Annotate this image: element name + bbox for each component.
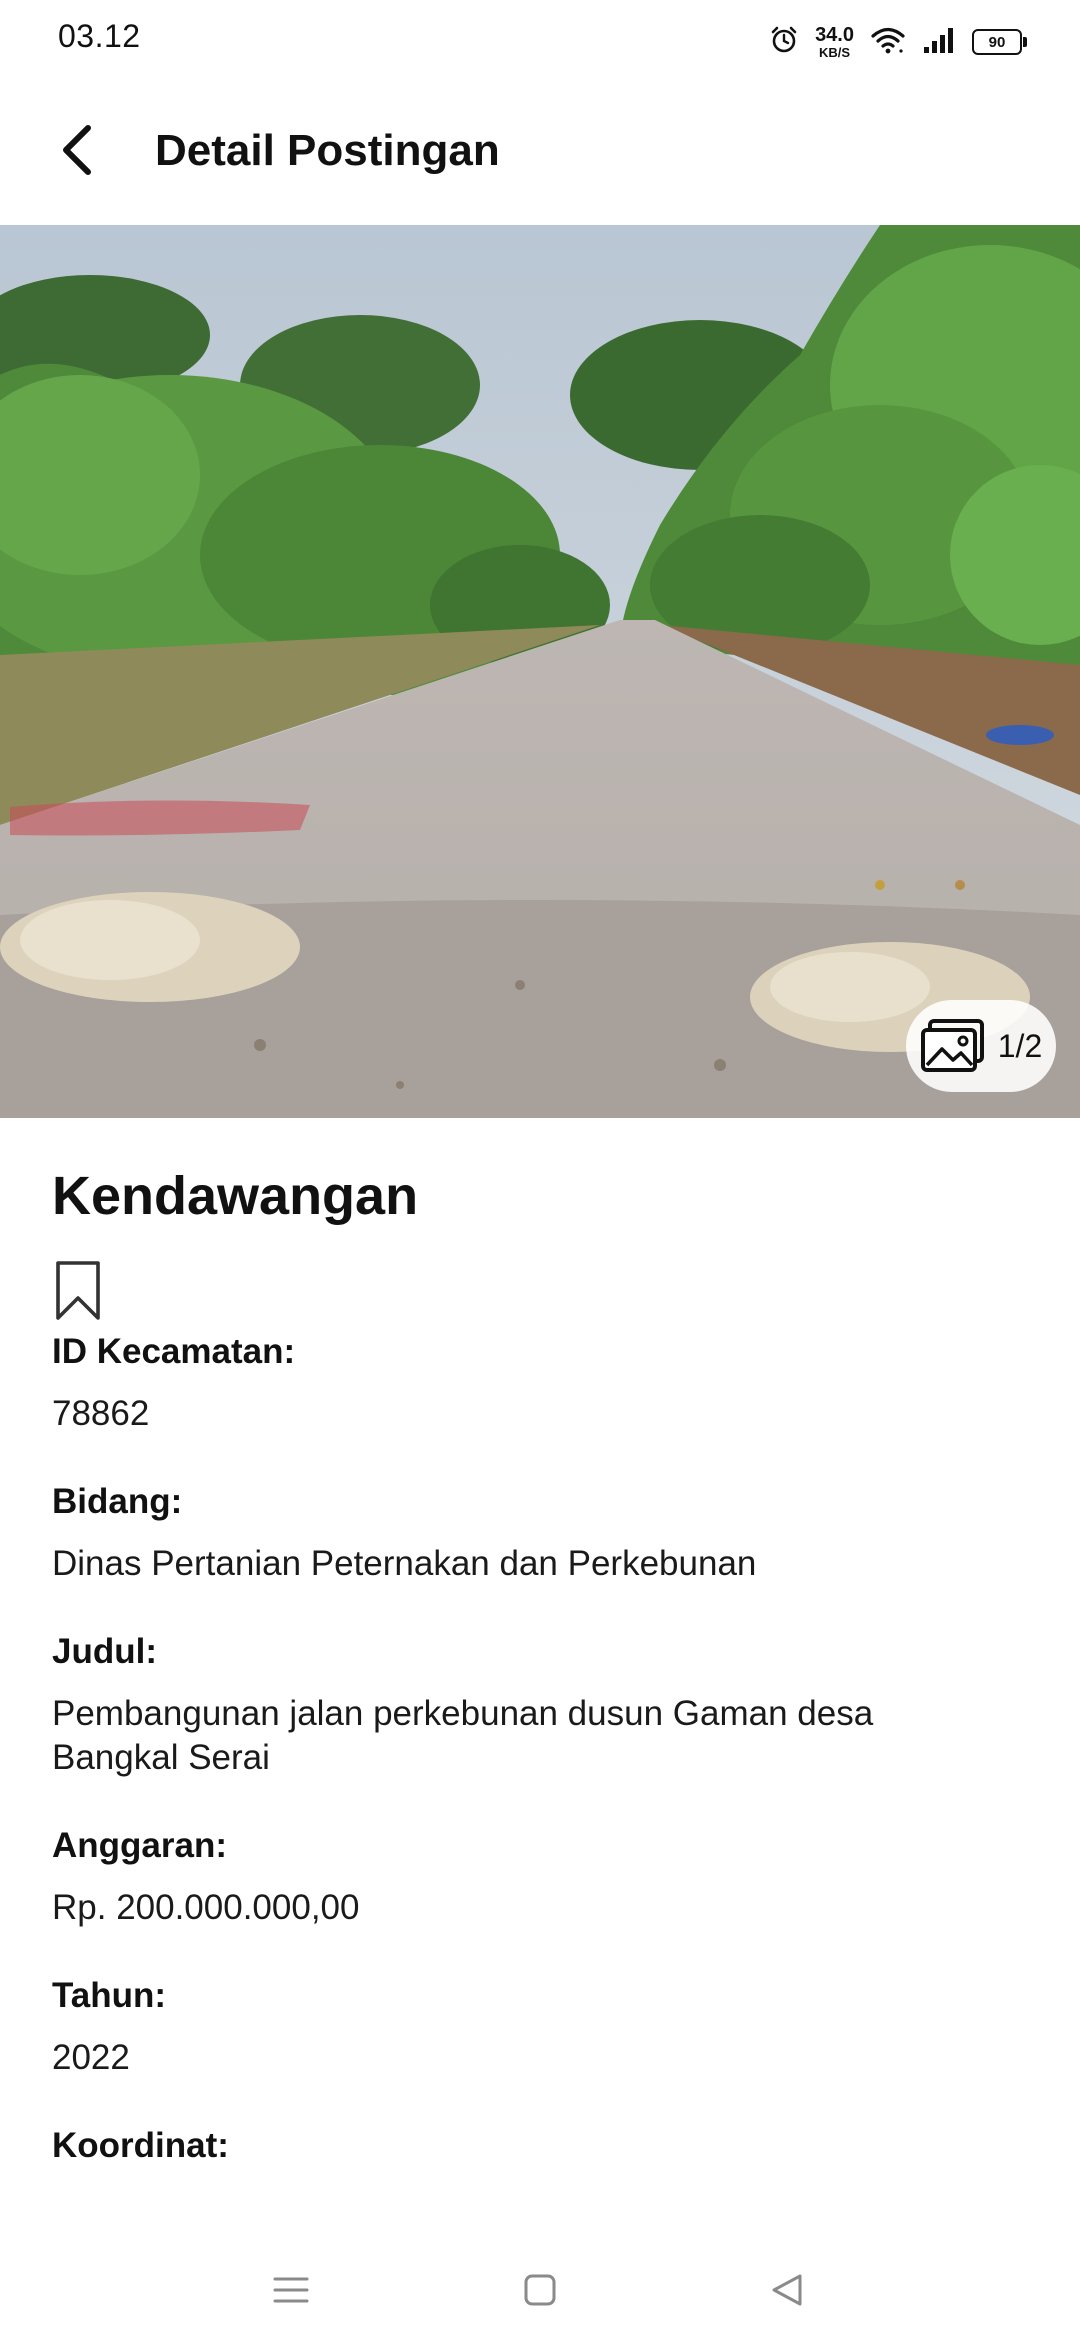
field-anggaran: Anggaran: Rp. 200.000.000,00 bbox=[52, 1824, 1032, 1930]
signal-icon bbox=[922, 25, 956, 60]
post-photo bbox=[0, 225, 1080, 1118]
battery-icon: 90 bbox=[972, 29, 1027, 55]
field-label: Koordinat: bbox=[52, 2126, 229, 2165]
post-image[interactable]: 1/2 bbox=[0, 225, 1080, 1118]
home-icon bbox=[524, 2274, 556, 2306]
nav-home-button[interactable] bbox=[505, 2260, 575, 2320]
back-triangle-icon bbox=[772, 2274, 802, 2306]
status-bar: 03.12 34.0 KB/S 90 bbox=[0, 0, 1080, 80]
nav-back-button[interactable] bbox=[752, 2260, 822, 2320]
field-tahun: Tahun: 2022 bbox=[52, 1974, 1032, 2080]
field-value: Dinas Pertanian Peternakan dan Perkebuna… bbox=[52, 1544, 757, 1583]
image-counter[interactable]: 1/2 bbox=[906, 1000, 1056, 1092]
status-icons: 34.0 KB/S 90 bbox=[769, 20, 1027, 64]
field-koordinat: Koordinat: bbox=[52, 2124, 1032, 2168]
field-label: Tahun: bbox=[52, 1976, 167, 2015]
field-value: 2022 bbox=[52, 2038, 130, 2077]
bookmark-outline-icon bbox=[56, 1261, 100, 1320]
battery-level: 90 bbox=[988, 33, 1006, 51]
system-nav-bar bbox=[0, 2240, 1080, 2340]
net-speed: 34.0 KB/S bbox=[815, 25, 854, 59]
gallery-icon bbox=[920, 1019, 984, 1072]
wifi-icon bbox=[870, 25, 906, 60]
back-button[interactable] bbox=[40, 112, 116, 188]
net-speed-unit: KB/S bbox=[819, 45, 851, 60]
status-time: 03.12 bbox=[58, 18, 141, 54]
bookmark-button[interactable] bbox=[54, 1260, 114, 1330]
screen: 03.12 34.0 KB/S 90 Detail Postingan 1/2 … bbox=[0, 0, 1080, 2340]
field-judul: Judul: Pembangunan jalan perkebunan dusu… bbox=[52, 1630, 1032, 1780]
alarm-icon bbox=[769, 25, 799, 60]
back-arrow-icon bbox=[63, 125, 91, 175]
post-details: Kendawangan ID Kecamatan: 78862 Bidang: … bbox=[52, 1160, 1032, 2212]
field-label: Judul: bbox=[52, 1632, 157, 1671]
field-value: 78862 bbox=[52, 1394, 150, 1433]
field-label: Anggaran: bbox=[52, 1826, 227, 1865]
page-title: Detail Postingan bbox=[155, 126, 500, 175]
field-value: Pembangunan jalan perkebunan dusun Gaman… bbox=[52, 1694, 874, 1777]
field-label: Bidang: bbox=[52, 1482, 183, 1521]
field-bidang: Bidang: Dinas Pertanian Peternakan dan P… bbox=[52, 1480, 1032, 1586]
image-counter-text: 1/2 bbox=[997, 1027, 1043, 1064]
location-title: Kendawangan bbox=[52, 1166, 419, 1226]
field-id-kecamatan: ID Kecamatan: 78862 bbox=[52, 1330, 1032, 1436]
app-bar: Detail Postingan bbox=[0, 80, 1080, 225]
net-speed-value: 34.0 bbox=[815, 24, 854, 46]
field-label: ID Kecamatan: bbox=[52, 1332, 296, 1371]
menu-icon bbox=[273, 2277, 309, 2303]
nav-menu-button[interactable] bbox=[256, 2260, 326, 2320]
field-value: Rp. 200.000.000,00 bbox=[52, 1888, 360, 1927]
